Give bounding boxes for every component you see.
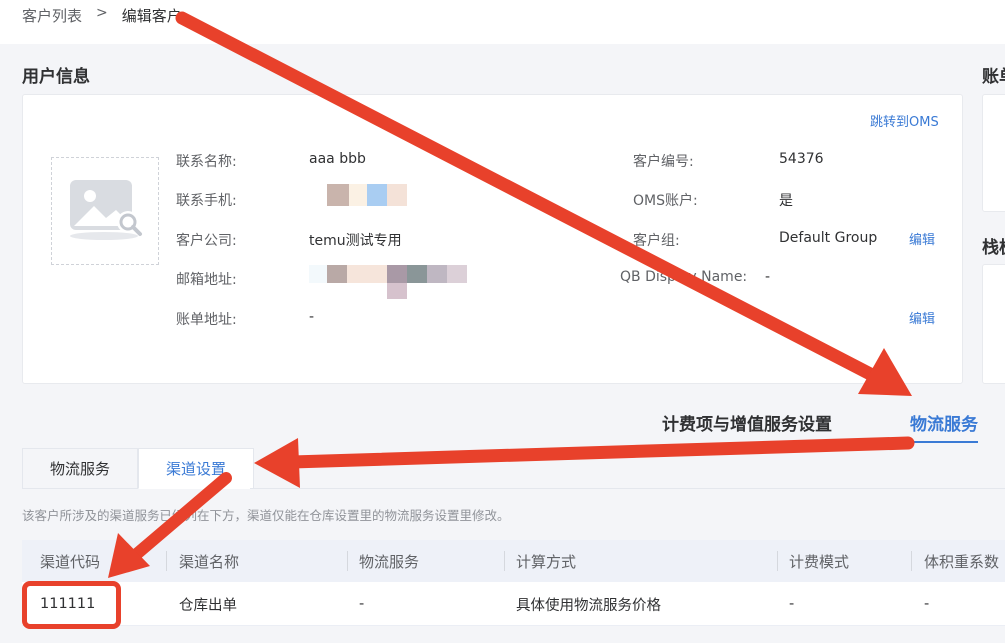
qb-display-name-value: - [765, 269, 771, 285]
col-billing-mode: 计费模式 [789, 552, 850, 571]
phone-value-redacted [309, 184, 409, 206]
table-header: 渠道代码 渠道名称 物流服务 计算方式 计费模式 体积重系数 [22, 540, 1005, 582]
billing-section-title: 账单 [982, 67, 1005, 87]
col-calc-method: 计算方式 [516, 552, 577, 571]
customer-no-value: 54376 [779, 151, 824, 167]
user-info-card: 跳转到OMS 联系名称: aaa bbb 联系手机: 客户公司: temu测试专… [22, 94, 963, 384]
table-row[interactable]: 111111 仓库出单 - 具体使用物流服务价格 - - [22, 582, 1005, 626]
customer-group-value: Default Group [779, 230, 878, 246]
email-label: 邮箱地址: [176, 272, 237, 288]
edit-customer-group-button[interactable]: 编辑 [909, 229, 935, 248]
subtab-divider [250, 488, 1005, 489]
oms-account-label: OMS账户: [633, 193, 698, 209]
col-channel-code: 渠道代码 [40, 552, 101, 571]
edit-billing-address-button[interactable]: 编辑 [909, 308, 935, 327]
breadcrumb: 客户列表 > 编辑客户 [0, 0, 1005, 44]
cell-volume-weight-factor: - [924, 596, 930, 612]
sub-tabs: 物流服务 渠道设置 [22, 448, 255, 489]
breadcrumb-customer-list[interactable]: 客户列表 [22, 5, 82, 26]
contact-name-label: 联系名称: [176, 154, 237, 170]
chevron-right-icon: > [96, 5, 108, 21]
tab-billing-items[interactable]: 计费项与增值服务设置 [662, 410, 832, 435]
annotation-highlight-box [22, 581, 121, 629]
cell-billing-mode: - [789, 596, 795, 612]
channel-table: 渠道代码 渠道名称 物流服务 计算方式 计费模式 体积重系数 111111 仓库… [22, 540, 1005, 626]
billing-address-label: 账单地址: [176, 312, 237, 328]
pallet-card [982, 264, 1005, 384]
qb-display-name-label: QB Display Name: [620, 269, 748, 285]
col-channel-name: 渠道名称 [179, 552, 240, 571]
cell-logistics-service: - [359, 596, 365, 612]
email-value-redacted [309, 263, 479, 299]
customer-group-label: 客户组: [633, 233, 680, 249]
customer-no-label: 客户编号: [633, 154, 694, 170]
col-logistics-service: 物流服务 [359, 552, 420, 571]
jump-to-oms-link[interactable]: 跳转到OMS [870, 111, 939, 130]
company-label: 客户公司: [176, 233, 237, 249]
subtab-logistics-service[interactable]: 物流服务 [22, 448, 139, 489]
pallet-section-title: 栈板 [982, 238, 1005, 258]
oms-account-value: 是 [779, 193, 793, 209]
breadcrumb-edit-customer: 编辑客户 [121, 7, 182, 25]
subtab-channel-settings[interactable]: 渠道设置 [138, 448, 255, 489]
company-value: temu测试专用 [309, 233, 402, 249]
cell-calc-method: 具体使用物流服务价格 [516, 597, 661, 614]
user-info-title: 用户信息 [22, 67, 90, 87]
billing-address-value: - [309, 309, 315, 325]
channel-hint-text: 该客户所涉及的渠道服务已经列在下方，渠道仅能在仓库设置里的物流服务设置里修改。 [22, 508, 510, 523]
image-placeholder-icon[interactable] [51, 157, 159, 265]
tab-logistics-service[interactable]: 物流服务 [910, 410, 978, 443]
col-volume-weight-factor: 体积重系数 [924, 552, 1000, 571]
cell-channel-name: 仓库出单 [179, 597, 237, 614]
phone-label: 联系手机: [176, 193, 237, 209]
billing-card [982, 94, 1005, 212]
contact-name-value: aaa bbb [309, 151, 366, 167]
